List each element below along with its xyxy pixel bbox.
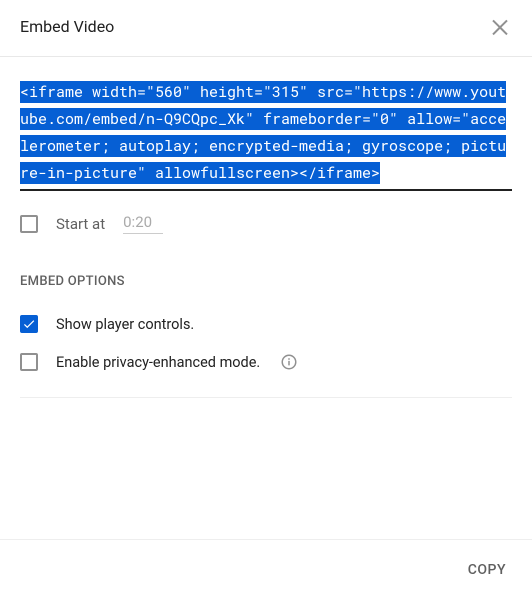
- dialog-title: Embed Video: [20, 17, 114, 36]
- dialog-header: Embed Video: [0, 0, 532, 57]
- start-at-checkbox[interactable]: [20, 215, 38, 233]
- embed-options-title: EMBED OPTIONS: [20, 274, 512, 289]
- dialog-footer: COPY: [0, 539, 532, 599]
- close-icon[interactable]: [488, 14, 512, 38]
- start-at-label: Start at: [56, 215, 105, 233]
- embed-code-text: <iframe width="560" height="315" src="ht…: [20, 81, 506, 184]
- privacy-label: Enable privacy-enhanced mode.: [56, 354, 260, 371]
- show-controls-row: Show player controls.: [20, 315, 512, 333]
- dialog-body: <iframe width="560" height="315" src="ht…: [0, 57, 532, 527]
- show-controls-label: Show player controls.: [56, 316, 194, 333]
- privacy-checkbox[interactable]: [20, 353, 38, 371]
- show-controls-checkbox[interactable]: [20, 315, 38, 333]
- embed-code-textarea[interactable]: <iframe width="560" height="315" src="ht…: [20, 79, 512, 191]
- start-at-row: Start at: [20, 213, 512, 234]
- privacy-row: Enable privacy-enhanced mode.: [20, 353, 512, 371]
- copy-button[interactable]: COPY: [468, 562, 506, 578]
- spacer: [20, 398, 512, 527]
- start-at-input[interactable]: [123, 213, 163, 234]
- info-icon[interactable]: [280, 353, 298, 371]
